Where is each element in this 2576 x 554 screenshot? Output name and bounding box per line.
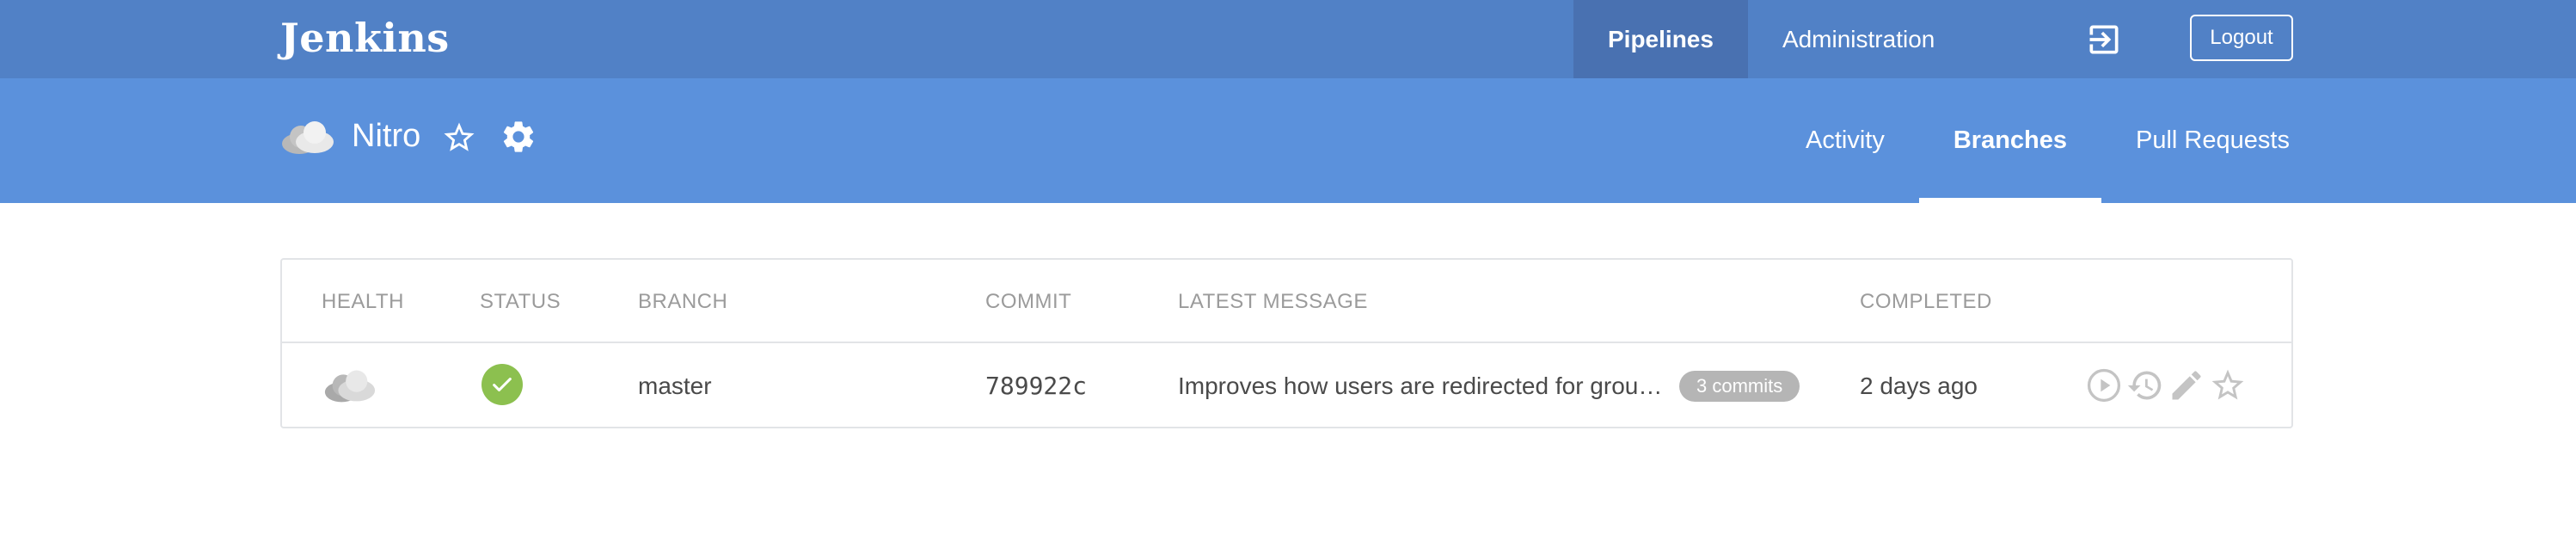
- branches-table: HEALTH STATUS BRANCH COMMIT LATEST MESSA…: [280, 258, 2293, 428]
- column-status: STATUS: [480, 290, 561, 313]
- logout-button[interactable]: Logout: [2190, 15, 2293, 61]
- completed-time: 2 days ago: [1860, 372, 1978, 399]
- branch-name: master: [638, 372, 712, 399]
- commits-count-badge: 3 commits: [1679, 371, 1800, 402]
- table-row[interactable]: master 789922c Improves how users are re…: [282, 343, 2291, 428]
- tab-branches[interactable]: Branches: [1918, 78, 2102, 203]
- column-latest-message: LATEST MESSAGE: [1178, 290, 1368, 313]
- gear-icon[interactable]: [500, 118, 537, 156]
- pencil-icon[interactable]: [2168, 366, 2205, 404]
- column-branch: BRANCH: [638, 290, 728, 313]
- pipeline-tabs: Activity Branches Pull Requests: [1771, 78, 2324, 203]
- exit-to-app-icon[interactable]: [2085, 21, 2123, 58]
- history-icon[interactable]: [2126, 366, 2164, 404]
- column-commit: COMMIT: [985, 290, 1072, 313]
- play-icon[interactable]: [2085, 366, 2123, 404]
- check-icon: [493, 378, 512, 391]
- table-header: HEALTH STATUS BRANCH COMMIT LATEST MESSA…: [282, 260, 2291, 343]
- column-health: HEALTH: [322, 290, 404, 313]
- nav-pipelines[interactable]: Pipelines: [1573, 0, 1748, 78]
- top-header: Jenkins Pipelines Administration Logout: [0, 0, 2576, 78]
- status-success-badge: [481, 364, 523, 405]
- tab-activity[interactable]: Activity: [1771, 78, 1919, 203]
- star-outline-icon[interactable]: [441, 120, 477, 156]
- cloudy-weather-icon: [282, 121, 334, 154]
- nav-administration[interactable]: Administration: [1748, 0, 1969, 78]
- pipeline-name[interactable]: Nitro: [352, 114, 420, 157]
- latest-message: Improves how users are redirected for gr…: [1178, 372, 1670, 399]
- pipeline-header: Nitro Activity Branches Pull Requests: [0, 78, 2576, 203]
- commit-hash: 789922c: [985, 372, 1088, 400]
- top-nav: Pipelines Administration: [1573, 0, 1969, 78]
- jenkins-logo[interactable]: Jenkins: [280, 12, 450, 64]
- tab-pull-requests[interactable]: Pull Requests: [2101, 78, 2324, 203]
- star-outline-icon[interactable]: [2209, 366, 2247, 404]
- cloudy-weather-icon: [324, 370, 376, 403]
- column-completed: COMPLETED: [1860, 290, 1992, 313]
